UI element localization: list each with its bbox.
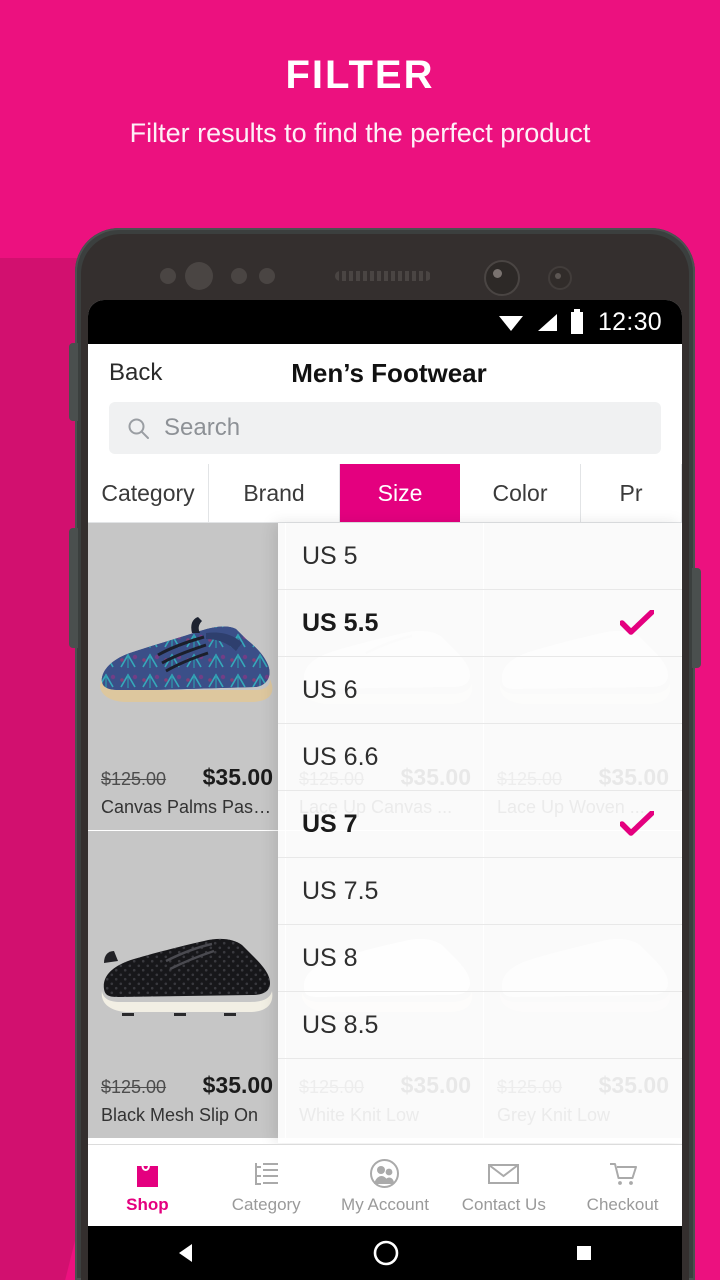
size-option-us-5[interactable]: US 5 <box>278 523 682 590</box>
nav-item-shop[interactable]: Shop <box>88 1157 207 1215</box>
size-label: US 7 <box>302 809 358 838</box>
tab-label: Size <box>377 479 423 506</box>
tab-size[interactable]: Size <box>340 464 460 522</box>
battery-icon <box>570 309 583 334</box>
volume-up-button[interactable] <box>69 343 78 421</box>
nav-item-checkout[interactable]: Checkout <box>563 1157 682 1215</box>
front-camera-icon <box>484 260 520 296</box>
size-option-us-8[interactable]: US 8 <box>278 925 682 992</box>
size-option-us-8-5[interactable]: US 8.5 <box>278 992 682 1059</box>
size-label: US 8.5 <box>302 1010 379 1039</box>
phone-screen: 12:30 Back Men’s Footwear Search Categor… <box>88 300 682 1280</box>
phone-mockup: 12:30 Back Men’s Footwear Search Categor… <box>69 228 701 1280</box>
size-label: US 7.5 <box>302 876 379 905</box>
size-option-us-7-5[interactable]: US 7.5 <box>278 858 682 925</box>
android-system-nav <box>88 1226 682 1280</box>
price-row: $125.00 $35.00 <box>101 1072 273 1099</box>
phone-sensor-row <box>88 254 682 298</box>
size-label: US 6 <box>302 675 358 704</box>
home-circle-icon[interactable] <box>371 1238 401 1268</box>
status-bar-clock: 12:30 <box>597 307 662 336</box>
filter-tab-bar[interactable]: Category Brand Size Color Pr <box>88 464 682 523</box>
promo-title: FILTER <box>285 53 435 97</box>
size-option-us-5-5[interactable]: US 5.5 <box>278 590 682 657</box>
proximity-sensor-icon <box>185 262 213 290</box>
tab-brand[interactable]: Brand <box>209 464 340 522</box>
size-option-us-6[interactable]: US 6 <box>278 657 682 724</box>
promo-header: FILTER Filter results to find the perfec… <box>0 0 720 225</box>
power-button[interactable] <box>692 568 701 668</box>
search-bar-container: Search <box>88 402 682 464</box>
search-icon <box>128 418 149 439</box>
recents-square-icon[interactable] <box>572 1241 596 1265</box>
size-label: US 5 <box>302 541 358 570</box>
cart-icon <box>610 1162 638 1185</box>
sale-price: $35.00 <box>202 764 273 790</box>
status-bar: 12:30 <box>88 300 682 344</box>
bottom-navigation-bar: Shop Category My Account Contact Us Chec… <box>88 1144 682 1226</box>
size-option-us-6-6[interactable]: US 6.6 <box>278 724 682 791</box>
people-icon <box>370 1158 400 1188</box>
size-label: US 5.5 <box>302 608 379 637</box>
front-camera-lens-icon <box>493 269 502 278</box>
search-input[interactable]: Search <box>109 402 661 454</box>
blue-palm-canvas-sneaker-image <box>100 617 273 702</box>
product-grid-column: $125.00 $35.00 Canvas Palms Paso Sn... <box>88 523 286 1143</box>
sensor-dot-icon <box>160 268 176 284</box>
checkmark-icon <box>620 811 654 836</box>
nav-label: Contact Us <box>461 1194 546 1214</box>
product-name: Black Mesh Slip On <box>101 1105 259 1125</box>
volume-down-button[interactable] <box>69 528 78 648</box>
price-row: $125.00 $35.00 <box>101 764 273 791</box>
tab-category[interactable]: Category <box>88 464 209 522</box>
earpiece-speaker-icon <box>335 271 431 281</box>
back-triangle-icon[interactable] <box>174 1240 200 1266</box>
sensor-dot-icon <box>231 268 247 284</box>
list-icon <box>254 1162 278 1185</box>
size-filter-drawer: US 5 US 5.5 US 6 US 6.6 US 7 US 7.5 US 8… <box>278 523 682 1143</box>
tab-color[interactable]: Color <box>460 464 581 522</box>
sale-price: $35.00 <box>202 1072 273 1098</box>
tab-label: Color <box>492 479 548 506</box>
size-label: US 6.6 <box>302 742 379 771</box>
product-name: Canvas Palms Paso Sn... <box>101 797 273 817</box>
product-card[interactable]: $125.00 $35.00 Canvas Palms Paso Sn... <box>88 523 286 831</box>
nav-label: Shop <box>126 1194 169 1214</box>
size-label: US 8 <box>302 943 358 972</box>
secondary-sensor-lens-icon <box>555 273 561 279</box>
size-option-us-7[interactable]: US 7 <box>278 791 682 858</box>
nav-item-contact-us[interactable]: Contact Us <box>444 1157 563 1215</box>
original-price: $125.00 <box>101 1077 167 1097</box>
nav-label: Checkout <box>586 1194 659 1214</box>
product-meta: $125.00 $35.00 Canvas Palms Paso Sn... <box>88 764 286 818</box>
promo-subtitle: Filter results to find the perfect produ… <box>129 118 591 148</box>
nav-label: Category <box>231 1194 301 1214</box>
tab-price[interactable]: Pr <box>581 464 682 522</box>
checkmark-icon <box>620 610 654 635</box>
product-card[interactable]: $125.00 $35.00 Black Mesh Slip On <box>88 831 286 1139</box>
original-price: $125.00 <box>101 769 167 789</box>
shopping-bag-icon <box>136 1165 158 1187</box>
nav-label: My Account <box>341 1194 429 1214</box>
product-meta: $125.00 $35.00 Black Mesh Slip On <box>88 1072 286 1126</box>
search-placeholder: Search <box>164 414 241 441</box>
signal-icon <box>537 314 557 331</box>
wifi-icon <box>498 316 523 331</box>
nav-item-my-account[interactable]: My Account <box>326 1157 445 1215</box>
page-title: Men’s Footwear <box>291 357 487 388</box>
tab-label: Category <box>101 479 195 506</box>
back-button[interactable]: Back <box>109 344 162 402</box>
sensor-dot-icon <box>259 268 275 284</box>
black-mesh-sneaker-image <box>101 938 273 1016</box>
tab-label: Pr <box>619 479 643 506</box>
envelope-icon <box>488 1163 520 1184</box>
app-bar: Back Men’s Footwear <box>88 344 682 402</box>
tab-label: Brand <box>243 479 305 506</box>
nav-item-category[interactable]: Category <box>207 1157 326 1215</box>
